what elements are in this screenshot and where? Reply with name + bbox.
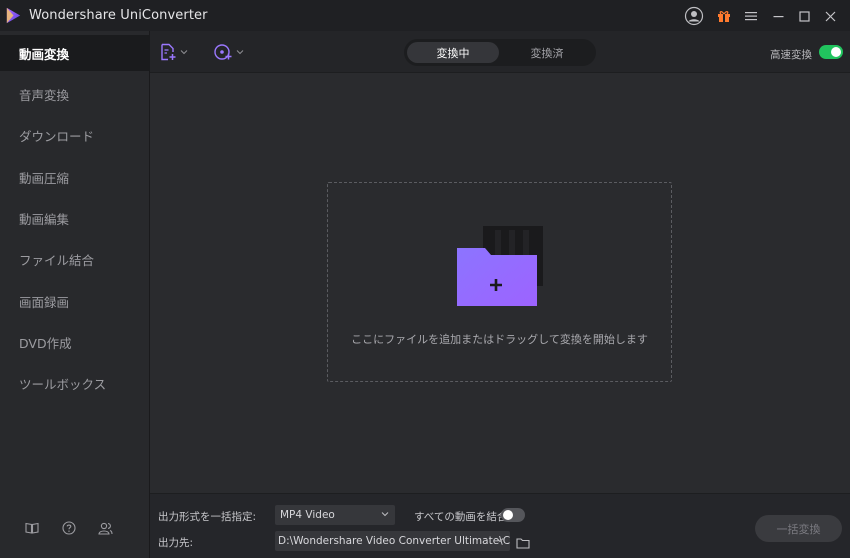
sidebar-item-video-convert[interactable]: 動画変換 (0, 35, 150, 71)
sidebar-item-label: 動画変換 (19, 46, 70, 62)
output-location-label: 出力先: (158, 537, 194, 549)
tab-converting[interactable]: 変換中 (407, 42, 499, 63)
maximize-icon[interactable] (797, 6, 811, 26)
sidebar: 動画変換 音声変換 ダウンロード 動画圧縮 動画編集 ファイル結合 画面録画 D… (0, 31, 150, 558)
merge-all-label: すべての動画を結合 (414, 511, 508, 523)
drop-zone-hint: ここにファイルを追加またはドラッグして変換を開始します (351, 333, 648, 346)
sidebar-item-audio-convert[interactable]: 音声変換 (0, 76, 150, 112)
convert-all-button[interactable]: 一括変換 (755, 515, 842, 542)
sidebar-item-label: ダウンロード (19, 128, 95, 144)
add-file-icon (161, 43, 176, 61)
sidebar-item-video-compress[interactable]: 動画圧縮 (0, 159, 150, 195)
add-folder-icon (457, 226, 543, 306)
sidebar-item-dvd-create[interactable]: DVD作成 (0, 324, 150, 360)
fast-convert-label: 高速変換 (770, 49, 812, 61)
title-bar: Wondershare UniConverter (0, 0, 850, 31)
file-drop-zone[interactable]: ここにファイルを追加またはドラッグして変換を開始します (327, 182, 672, 382)
output-format-value: MP4 Video (280, 509, 335, 521)
chevron-down-icon (180, 50, 188, 55)
sidebar-item-label: ツールボックス (19, 376, 107, 392)
add-dvd-button[interactable] (213, 41, 244, 63)
sidebar-item-label: 動画編集 (19, 211, 70, 227)
users-icon[interactable] (97, 520, 113, 536)
close-icon[interactable] (823, 6, 837, 26)
menu-icon[interactable] (744, 6, 758, 26)
app-title: Wondershare UniConverter (29, 8, 208, 23)
output-path-select[interactable]: D:\Wondershare Video Converter Ultimate\… (275, 531, 510, 551)
toolbar: 変換中 変換済 高速変換 (150, 31, 850, 73)
add-dvd-icon (214, 44, 232, 60)
output-path-value: D:\Wondershare Video Converter Ultimate\… (278, 535, 510, 547)
sidebar-item-label: 動画圧縮 (19, 170, 70, 186)
toggle-knob (831, 47, 841, 57)
chevron-down-icon (381, 512, 389, 517)
output-format-label: 出力形式を一括指定: (158, 511, 257, 523)
minimize-icon[interactable] (771, 6, 785, 26)
main-panel: 変換中 変換済 高速変換 ここにファイルを追加またはドラッグして変換を開始します… (150, 31, 850, 558)
conversion-status-tabs: 変換中 変換済 (404, 39, 596, 66)
sidebar-item-file-merge[interactable]: ファイル結合 (0, 241, 150, 277)
add-file-button[interactable] (159, 41, 188, 63)
tab-converted[interactable]: 変換済 (501, 42, 593, 63)
sidebar-item-download[interactable]: ダウンロード (0, 117, 150, 153)
sidebar-item-label: ファイル結合 (19, 252, 95, 268)
gift-icon[interactable] (717, 6, 731, 26)
sidebar-item-toolbox[interactable]: ツールボックス (0, 365, 150, 401)
book-icon[interactable] (24, 520, 40, 536)
sidebar-item-label: DVD作成 (19, 335, 72, 351)
chevron-down-icon (496, 538, 504, 543)
sidebar-item-label: 画面録画 (19, 294, 70, 310)
output-format-select[interactable]: MP4 Video (275, 505, 395, 525)
sidebar-item-label: 音声変換 (19, 87, 70, 103)
help-icon[interactable] (61, 520, 77, 536)
bottom-bar: 出力形式を一括指定: MP4 Video すべての動画を結合 出力先: D:\W… (150, 493, 850, 558)
merge-all-toggle[interactable] (501, 508, 525, 522)
sidebar-item-video-edit[interactable]: 動画編集 (0, 200, 150, 236)
chevron-down-icon (236, 50, 244, 55)
toggle-knob (503, 510, 513, 520)
user-account-icon[interactable] (684, 6, 704, 26)
app-logo-icon (6, 7, 21, 24)
sidebar-item-screen-record[interactable]: 画面録画 (0, 283, 150, 319)
open-folder-icon[interactable] (516, 534, 532, 549)
fast-convert-toggle[interactable] (819, 45, 843, 59)
